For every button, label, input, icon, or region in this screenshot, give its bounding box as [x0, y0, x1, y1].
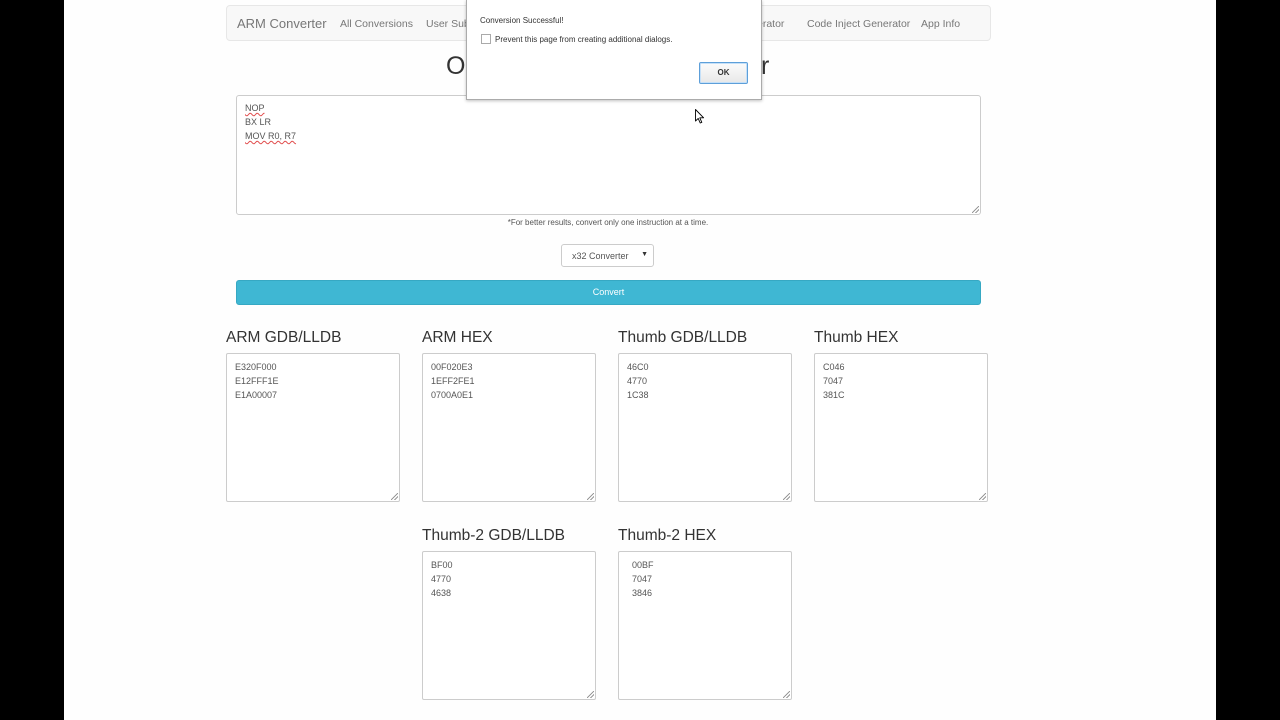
output-line: 381C — [823, 390, 845, 400]
arm-gdb-title: ARM GDB/LLDB — [226, 329, 342, 346]
alert-dialog: Conversion Successful! Prevent this page… — [466, 0, 762, 100]
ok-button[interactable]: OK — [699, 62, 748, 84]
nav-user-submissions[interactable]: User Sub — [426, 18, 470, 30]
output-line: E1A00007 — [235, 390, 278, 400]
nav-code-inject-generator[interactable]: Code Inject Generator — [807, 18, 910, 30]
thumb2-hex-title: Thumb-2 HEX — [618, 527, 717, 544]
output-line: 7047 — [627, 574, 653, 584]
arm-hex-output[interactable]: 00F020E3 1EFF2FE1 0700A0E1 — [422, 353, 596, 502]
thumb-gdb-title: Thumb GDB/LLDB — [618, 329, 748, 346]
assembly-line: MOV R0, R7 — [245, 131, 297, 141]
convert-button[interactable]: Convert — [236, 280, 981, 305]
mouse-cursor-icon — [695, 109, 705, 124]
hint-text: *For better results, convert only one in… — [507, 218, 709, 227]
output-line: 4770 — [627, 376, 648, 386]
thumb-hex-title: Thumb HEX — [814, 329, 899, 346]
output-line: 3846 — [627, 588, 653, 598]
thumb2-hex-output[interactable]: 00BF 7047 3846 — [618, 551, 792, 700]
assembly-line: NOP — [245, 103, 265, 113]
nav-all-conversions[interactable]: All Conversions — [340, 18, 413, 30]
thumb2-gdb-output[interactable]: BF00 4770 4638 — [422, 551, 596, 700]
brand-link[interactable]: ARM Converter — [237, 16, 327, 31]
resize-handle-icon[interactable] — [783, 691, 790, 698]
thumb-hex-output[interactable]: C046 7047 381C — [814, 353, 988, 502]
output-line: 7047 — [823, 376, 844, 386]
resize-handle-icon[interactable] — [783, 493, 790, 500]
assembly-line: BX LR — [245, 117, 272, 127]
output-line: 4770 — [431, 574, 452, 584]
thumb2-gdb-title: Thumb-2 GDB/LLDB — [422, 527, 565, 544]
output-line: BF00 — [431, 560, 453, 570]
nav-app-info[interactable]: App Info — [921, 18, 960, 30]
converter-select-value: x32 Converter — [572, 251, 629, 261]
output-line: E320F000 — [235, 362, 277, 372]
resize-handle-icon[interactable] — [587, 493, 594, 500]
output-line: 0700A0E1 — [431, 390, 474, 400]
thumb-gdb-output[interactable]: 46C0 4770 1C38 — [618, 353, 792, 502]
page-title-end: r — [761, 52, 770, 80]
dialog-message: Conversion Successful! — [480, 16, 564, 25]
resize-handle-icon[interactable] — [979, 493, 986, 500]
arm-gdb-output[interactable]: E320F000 E12FFF1E E1A00007 — [226, 353, 400, 502]
output-line: 46C0 — [627, 362, 649, 372]
converter-select[interactable]: x32 Converter ▼ — [561, 244, 654, 267]
output-line: 00F020E3 — [431, 362, 473, 372]
output-line: 1EFF2FE1 — [431, 376, 475, 386]
output-line: E12FFF1E — [235, 376, 279, 386]
resize-handle-icon[interactable] — [587, 691, 594, 698]
output-line: C046 — [823, 362, 845, 372]
prevent-dialogs-label[interactable]: Prevent this page from creating addition… — [495, 35, 672, 44]
prevent-dialogs-checkbox[interactable] — [481, 34, 491, 44]
output-line: 1C38 — [627, 390, 649, 400]
output-line: 00BF — [627, 560, 654, 570]
resize-handle-icon[interactable] — [972, 206, 979, 213]
page-title-start: O — [446, 52, 466, 80]
dropdown-arrow-icon: ▼ — [641, 251, 648, 258]
resize-handle-icon[interactable] — [391, 493, 398, 500]
page: ARM Converter All Conversions User Sub e… — [64, 0, 1216, 720]
arm-hex-title: ARM HEX — [422, 329, 493, 346]
assembly-input[interactable]: NOP BX LR MOV R0, R7 — [236, 95, 981, 215]
output-line: 4638 — [431, 588, 452, 598]
